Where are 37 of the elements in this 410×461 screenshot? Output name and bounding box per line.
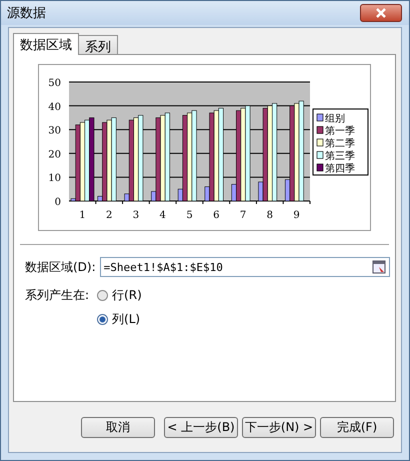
radio-group-label: 系列产生在: (25, 287, 90, 304)
axis-tick-label: 4 (160, 210, 166, 221)
dialog-button[interactable]: < 上一步(B) (164, 417, 238, 438)
legend-label: 第四季 (325, 164, 355, 174)
collapse-dialog-icon[interactable] (372, 260, 386, 274)
tab[interactable]: 系列 (78, 35, 118, 54)
axis-tick-label: 30 (48, 126, 61, 137)
window-title: 源数据 (7, 5, 46, 22)
legend-label: 第二季 (325, 138, 355, 150)
field-label: 数据区域(D): (25, 258, 96, 276)
axis-tick-label: 6 (213, 210, 220, 221)
legend-label: 组别 (325, 114, 345, 124)
dialog-button[interactable]: 取消 (81, 417, 155, 438)
axis-tick-label: 7 (240, 210, 246, 221)
axis-tick-label: 0 (54, 197, 61, 208)
tab[interactable]: 数据区域 (13, 33, 79, 55)
legend-label: 第三季 (325, 151, 355, 162)
axis-tick-label: 5 (186, 210, 193, 221)
axis-tick-label: 8 (266, 210, 274, 221)
range-field[interactable]: =Sheet1!$A$1:$E$10 (100, 257, 390, 277)
axis-tick-label: 3 (132, 210, 140, 221)
radio-button[interactable] (97, 314, 108, 325)
axis-tick-label: 40 (48, 102, 61, 113)
axis-tick-label: 1 (79, 210, 86, 221)
axis-tick-label: 9 (293, 210, 300, 221)
radio-label[interactable]: 行(R) (112, 287, 142, 304)
dialog-button[interactable]: 完成(F) (320, 417, 394, 438)
close-icon (375, 8, 387, 18)
dialog-button[interactable]: 下一步(N) > (242, 417, 316, 438)
axis-tick-label: 50 (48, 78, 61, 89)
radio-label[interactable]: 列(L) (112, 311, 140, 328)
legend-label: 第一季 (325, 126, 355, 137)
axis-tick-label: 20 (48, 149, 61, 160)
axis-tick-label: 2 (106, 210, 112, 221)
axis-tick-label: 10 (48, 173, 61, 184)
close-button[interactable] (360, 4, 402, 22)
radio-button[interactable] (97, 290, 108, 301)
